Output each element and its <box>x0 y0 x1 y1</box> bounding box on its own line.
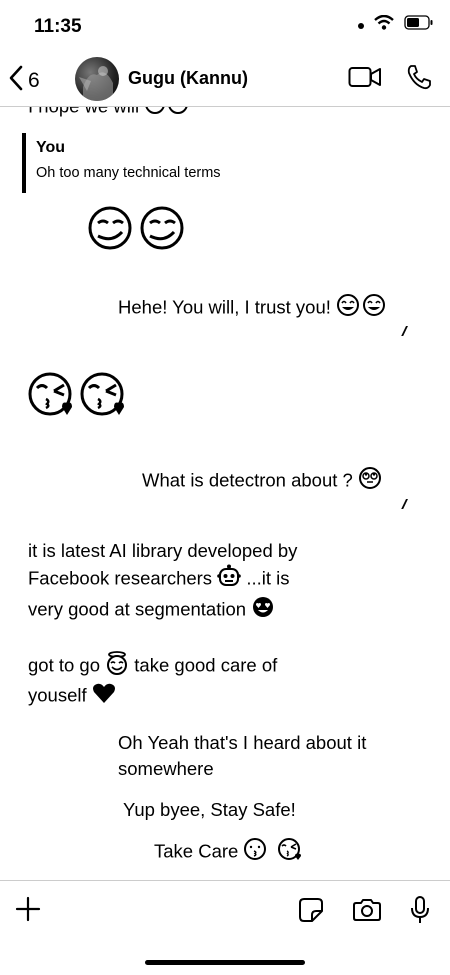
camera-icon[interactable] <box>352 898 382 927</box>
message-text: I hope we will <box>28 107 139 116</box>
message-outgoing: Oh Yeah that's I heard about it somewher… <box>118 730 366 782</box>
read-ticks: // <box>402 323 406 339</box>
back-chevron-icon <box>8 65 24 97</box>
message-text: Yup byee, Stay Safe! <box>123 799 296 820</box>
message-outgoing: Hehe! You will, I trust you! <box>118 293 388 324</box>
home-indicator[interactable] <box>145 960 305 965</box>
sticker-icon[interactable] <box>298 897 324 928</box>
message-outgoing: Yup byee, Stay Safe! <box>123 797 296 823</box>
status-bar: 11:35 <box>0 0 450 52</box>
heart-eyes-emoji-icon <box>251 595 275 626</box>
smile-emoji-icon <box>336 293 388 324</box>
message-outgoing: What is detectron about ? <box>142 466 382 497</box>
read-ticks: // <box>402 496 406 512</box>
video-call-icon[interactable] <box>348 66 382 93</box>
halo-emoji-icon <box>105 651 129 682</box>
chat-area[interactable]: I hope we will You Oh too many technical… <box>0 107 450 879</box>
emoji-message <box>28 371 132 426</box>
contact-name[interactable]: Gugu (Kannu) <box>128 68 248 89</box>
microphone-icon[interactable] <box>410 895 430 930</box>
smirk-emoji-icon <box>88 205 188 258</box>
status-icons <box>358 14 434 35</box>
message-text: Facebook researchers <box>28 567 213 589</box>
message-text: it is latest AI library developed by <box>28 540 298 561</box>
unread-count: 6 <box>28 69 40 92</box>
rolling-eyes-emoji-icon <box>358 466 382 497</box>
reply-quote[interactable]: You Oh too many technical terms <box>22 133 326 193</box>
message-text: Hehe! You will, I trust you! <box>118 296 331 318</box>
reply-text: Oh too many technical terms <box>36 165 221 181</box>
message-text: take good care of <box>134 654 278 676</box>
message-text: very good at segmentation <box>28 598 247 620</box>
phone-call-icon[interactable] <box>406 64 432 95</box>
message-text: somewhere <box>118 758 214 779</box>
message-text: ...it is <box>246 567 290 589</box>
message-text: got to go <box>28 654 101 676</box>
smiling-emoji-icon <box>144 107 190 122</box>
robot-emoji-icon <box>217 564 242 595</box>
heart-icon <box>92 682 116 711</box>
message-text: Take Care <box>154 840 239 862</box>
wifi-icon <box>374 14 394 35</box>
plus-icon[interactable] <box>14 895 42 928</box>
kissing-heart-emoji-icon <box>277 837 303 868</box>
reply-sender: You <box>36 139 66 156</box>
emoji-message <box>88 205 188 258</box>
message-partial: I hope we will <box>28 107 190 122</box>
avatar[interactable] <box>75 57 119 101</box>
status-time: 11:35 <box>34 16 82 37</box>
message-outgoing: Take Care <box>154 837 303 868</box>
message-text: What is detectron about ? <box>142 469 353 491</box>
kissing-emoji-icon <box>243 837 267 868</box>
message-incoming: it is latest AI library developed by Fac… <box>28 538 297 626</box>
battery-icon <box>404 15 434 35</box>
kissing-heart-emoji-icon <box>28 371 132 426</box>
signal-icon <box>358 16 364 34</box>
chat-header: 6 Gugu (Kannu) <box>0 52 450 107</box>
back-button[interactable]: 6 <box>8 65 40 97</box>
message-text: Oh Yeah that's I heard about it <box>118 732 367 753</box>
message-incoming: got to go take good care of youself <box>28 651 277 711</box>
message-text: youself <box>28 684 87 706</box>
